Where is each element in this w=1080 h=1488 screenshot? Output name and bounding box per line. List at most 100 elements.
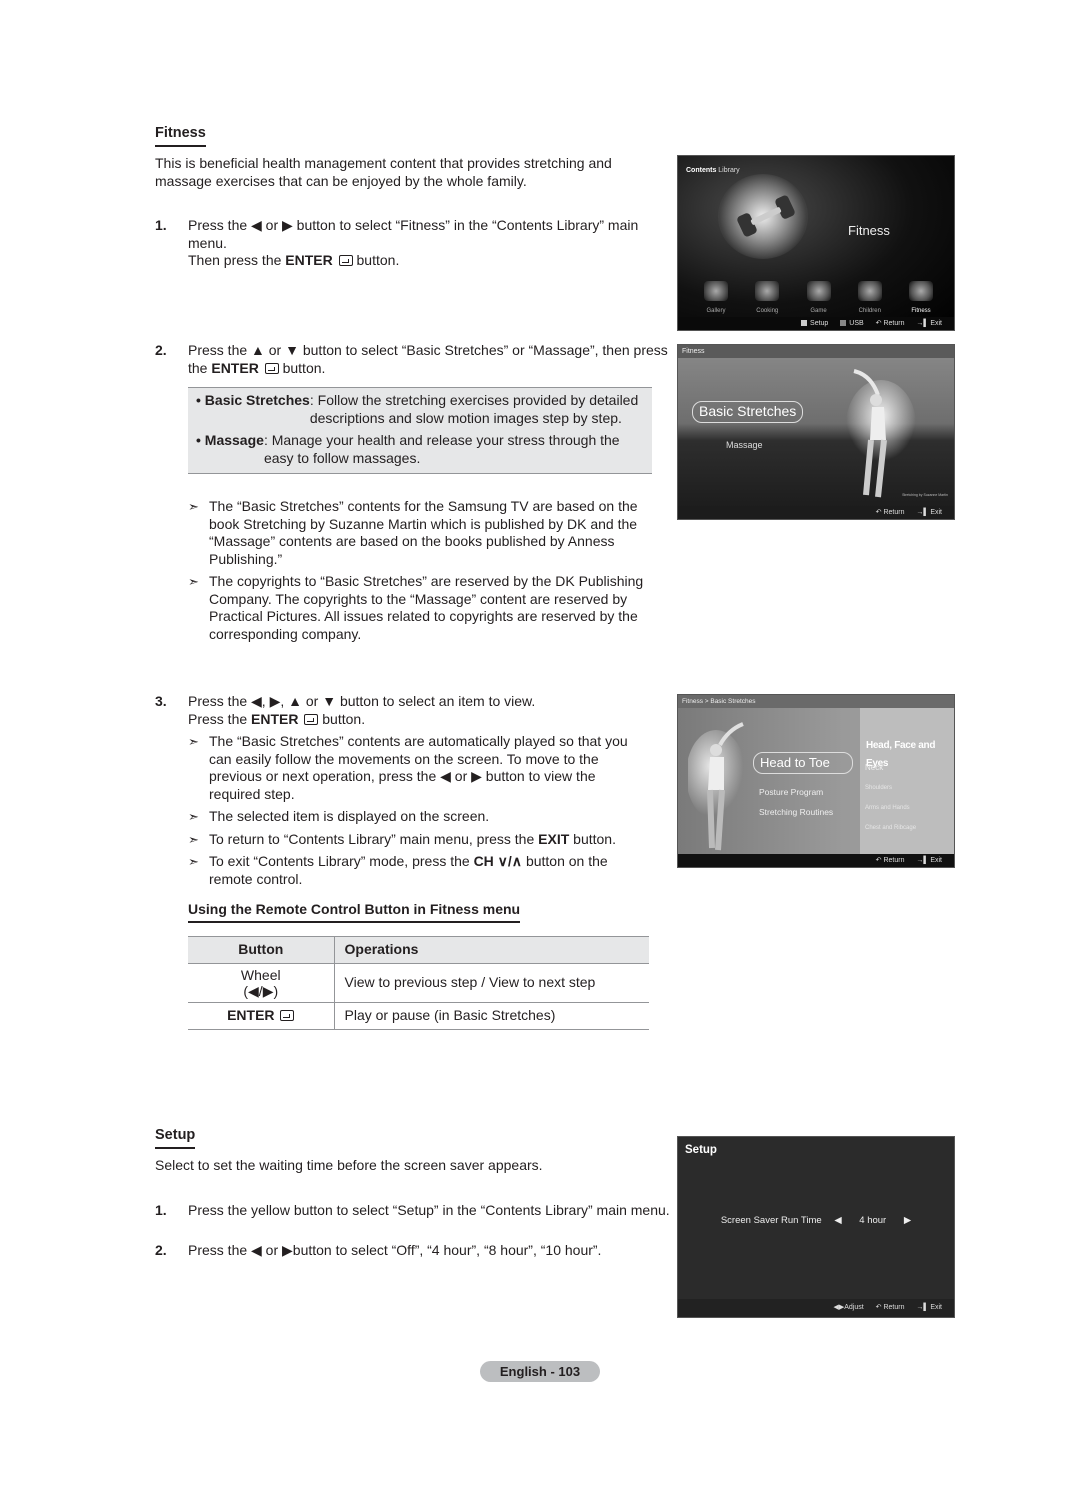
dumbbell-icon — [909, 281, 933, 301]
screen-footer: ◀▶Adjust ↶ Return →▌ Exit — [678, 1299, 954, 1317]
note: ➣ The selected item is displayed on the … — [188, 808, 648, 826]
screen-title: Setup — [685, 1144, 717, 1156]
dice-icon — [806, 281, 831, 301]
note-arrow-icon: ➣ — [188, 499, 199, 514]
fitness-step-2: 2. Press the ▲ or ▼ button to select “Ba… — [155, 342, 670, 377]
screen-footer: ↶ Return →▌ Exit — [678, 854, 954, 867]
step-text: button. — [318, 710, 366, 727]
arrow-right-icon[interactable]: ▶ — [904, 1215, 911, 1226]
fitness-intro: This is beneficial health management con… — [155, 155, 612, 189]
screen-saver-setting: Screen Saver Run Time ◀ 4 hour ▶ — [678, 1212, 954, 1230]
step-number: 1. — [155, 1202, 167, 1218]
program-posture[interactable]: Posture Program — [759, 784, 823, 802]
screen-breadcrumb: Fitness > Basic Stretches — [678, 695, 954, 708]
enter-icon — [304, 713, 319, 725]
screen-basic-stretches: Fitness > Basic Stretches Head to Toe Po… — [677, 694, 955, 868]
subitem-neck[interactable]: Neck — [865, 759, 883, 777]
subitem-chest-ribcage[interactable]: Chest and Ribcage — [865, 820, 916, 838]
table-cell-button: ENTER — [188, 1002, 335, 1030]
step-number: 1. — [155, 217, 167, 233]
table-cell-operation: Play or pause (in Basic Stretches) — [334, 1002, 649, 1030]
exit-hint[interactable]: →▌ Exit — [916, 1304, 942, 1311]
setting-label: Screen Saver Run Time — [720, 1215, 822, 1226]
enter-icon — [280, 1010, 295, 1022]
menu-item-basic-stretches[interactable]: Basic Stretches — [692, 401, 804, 423]
category-label: Fitness — [911, 308, 931, 314]
step-text: Press the ▲ or ▼ button to select “Basic… — [188, 342, 668, 376]
remote-control-title: Using the Remote Control Button in Fitne… — [188, 901, 521, 923]
notes-step-3: ➣ The “Basic Stretches” contents are aut… — [188, 733, 648, 888]
program-stretching-routines[interactable]: Stretching Routines — [759, 804, 833, 822]
note-text: To return to “Contents Library” main men… — [209, 831, 648, 849]
category-gallery[interactable]: Gallery — [696, 281, 736, 321]
page-number-badge: English - 103 — [480, 1361, 600, 1382]
usb-hint[interactable]: USB — [840, 320, 864, 327]
exit-hint[interactable]: →▌ Exit — [916, 857, 942, 864]
note-text-part: To return to “Contents Library” main men… — [209, 830, 539, 847]
step-number: 2. — [155, 1242, 167, 1258]
exit-key-label: EXIT — [538, 830, 570, 847]
note-arrow-icon: ➣ — [188, 831, 199, 847]
setting-value[interactable]: 4 hour — [859, 1215, 886, 1226]
adjust-hint[interactable]: ◀▶Adjust — [833, 1304, 863, 1311]
menu-item-massage[interactable]: Massage — [726, 437, 763, 455]
screen-contents-library: Contents Library Fitness Gallery Cooking… — [677, 155, 955, 331]
info-desc: : Follow the stretching exercises provid… — [309, 392, 639, 426]
fitness-step-1: 1. Press the ◀ or ▶ button to select “Fi… — [155, 217, 670, 270]
note-arrow-icon: ➣ — [188, 809, 199, 824]
table-header-row: Button Operations — [188, 936, 649, 964]
step-text: Press the ◀ or ▶button to select “Off”, … — [188, 1242, 602, 1258]
info-term: • Massage — [196, 432, 264, 448]
note-arrow-icon: ➣ — [188, 854, 199, 869]
category-children[interactable]: Children — [850, 281, 890, 321]
table-cell-operation: View to previous step / View to next ste… — [334, 963, 649, 1003]
category-fitness[interactable]: Fitness — [901, 281, 941, 321]
return-hint[interactable]: ↶ Return — [876, 857, 905, 864]
setup-intro: Select to set the waiting time before th… — [155, 1157, 543, 1173]
table-cell-button: Wheel (◀/▶) — [188, 963, 335, 1003]
note-text: The copyrights to “Basic Stretches” are … — [209, 573, 644, 642]
category-game[interactable]: Game — [799, 281, 839, 321]
book-credit: Stretching by Suzanne Martin — [902, 492, 948, 497]
fitness-step-3: 3. Press the ◀, ▶, ▲ or ▼ button to sele… — [155, 693, 670, 728]
subitem-arms-hands[interactable]: Arms and Hands — [865, 800, 910, 818]
exit-hint[interactable]: →▌ Exit — [916, 509, 942, 516]
exit-hint[interactable]: →▌ Exit — [916, 320, 942, 327]
note: ➣ The copyrights to “Basic Stretches” ar… — [188, 573, 663, 643]
category-cooking[interactable]: Cooking — [747, 281, 787, 321]
note-text-part: To exit “Contents Library” mode, press t… — [209, 853, 474, 869]
subitem-shoulders[interactable]: Shoulders — [865, 780, 892, 798]
step-text: Press the yellow button to select “Setup… — [188, 1202, 670, 1218]
info-row-basic-stretches: • Basic Stretches : Follow the stretchin… — [196, 392, 646, 427]
category-label: Game — [810, 308, 827, 314]
return-hint[interactable]: ↶ Return — [876, 1304, 905, 1311]
step-text: button. — [278, 359, 326, 376]
program-head-to-toe[interactable]: Head to Toe — [753, 752, 853, 774]
category-label: Cooking — [756, 308, 779, 314]
note: ➣ The “Basic Stretches” contents are aut… — [188, 733, 648, 803]
table-header: Operations — [334, 936, 649, 964]
return-hint[interactable]: ↶ Return — [876, 509, 905, 516]
step-number: 3. — [155, 693, 167, 709]
enter-key-label: ENTER — [211, 359, 259, 376]
enter-key-label: ENTER — [251, 710, 299, 727]
stretching-woman-image — [688, 722, 746, 851]
section-title-setup: Setup — [155, 1127, 196, 1149]
note-text: To exit “Contents Library” mode, press t… — [209, 853, 648, 888]
note: ➣ To exit “Contents Library” mode, press… — [188, 853, 648, 888]
hint-label: USB — [849, 320, 864, 327]
info-term: • Basic Stretches — [196, 392, 310, 408]
arrow-left-icon[interactable]: ◀ — [834, 1215, 841, 1226]
notes-step-2: ➣ The “Basic Stretches” contents for the… — [188, 498, 663, 643]
setup-step-1: 1. Press the yellow button to select “Se… — [155, 1202, 670, 1220]
note: ➣ To return to “Contents Library” main m… — [188, 831, 648, 849]
note-text: The “Basic Stretches” contents are autom… — [209, 733, 628, 802]
info-desc: : Manage your health and release your st… — [263, 432, 620, 466]
screen-title: Contents Library — [686, 162, 740, 180]
setup-hint[interactable]: Setup — [801, 320, 828, 327]
note: ➣ The “Basic Stretches” contents for the… — [188, 498, 663, 568]
note-text: The “Basic Stretches” contents for the S… — [209, 498, 638, 567]
return-hint[interactable]: ↶ Return — [876, 320, 905, 327]
screen-header: Fitness — [678, 345, 954, 358]
enter-icon — [338, 255, 353, 266]
